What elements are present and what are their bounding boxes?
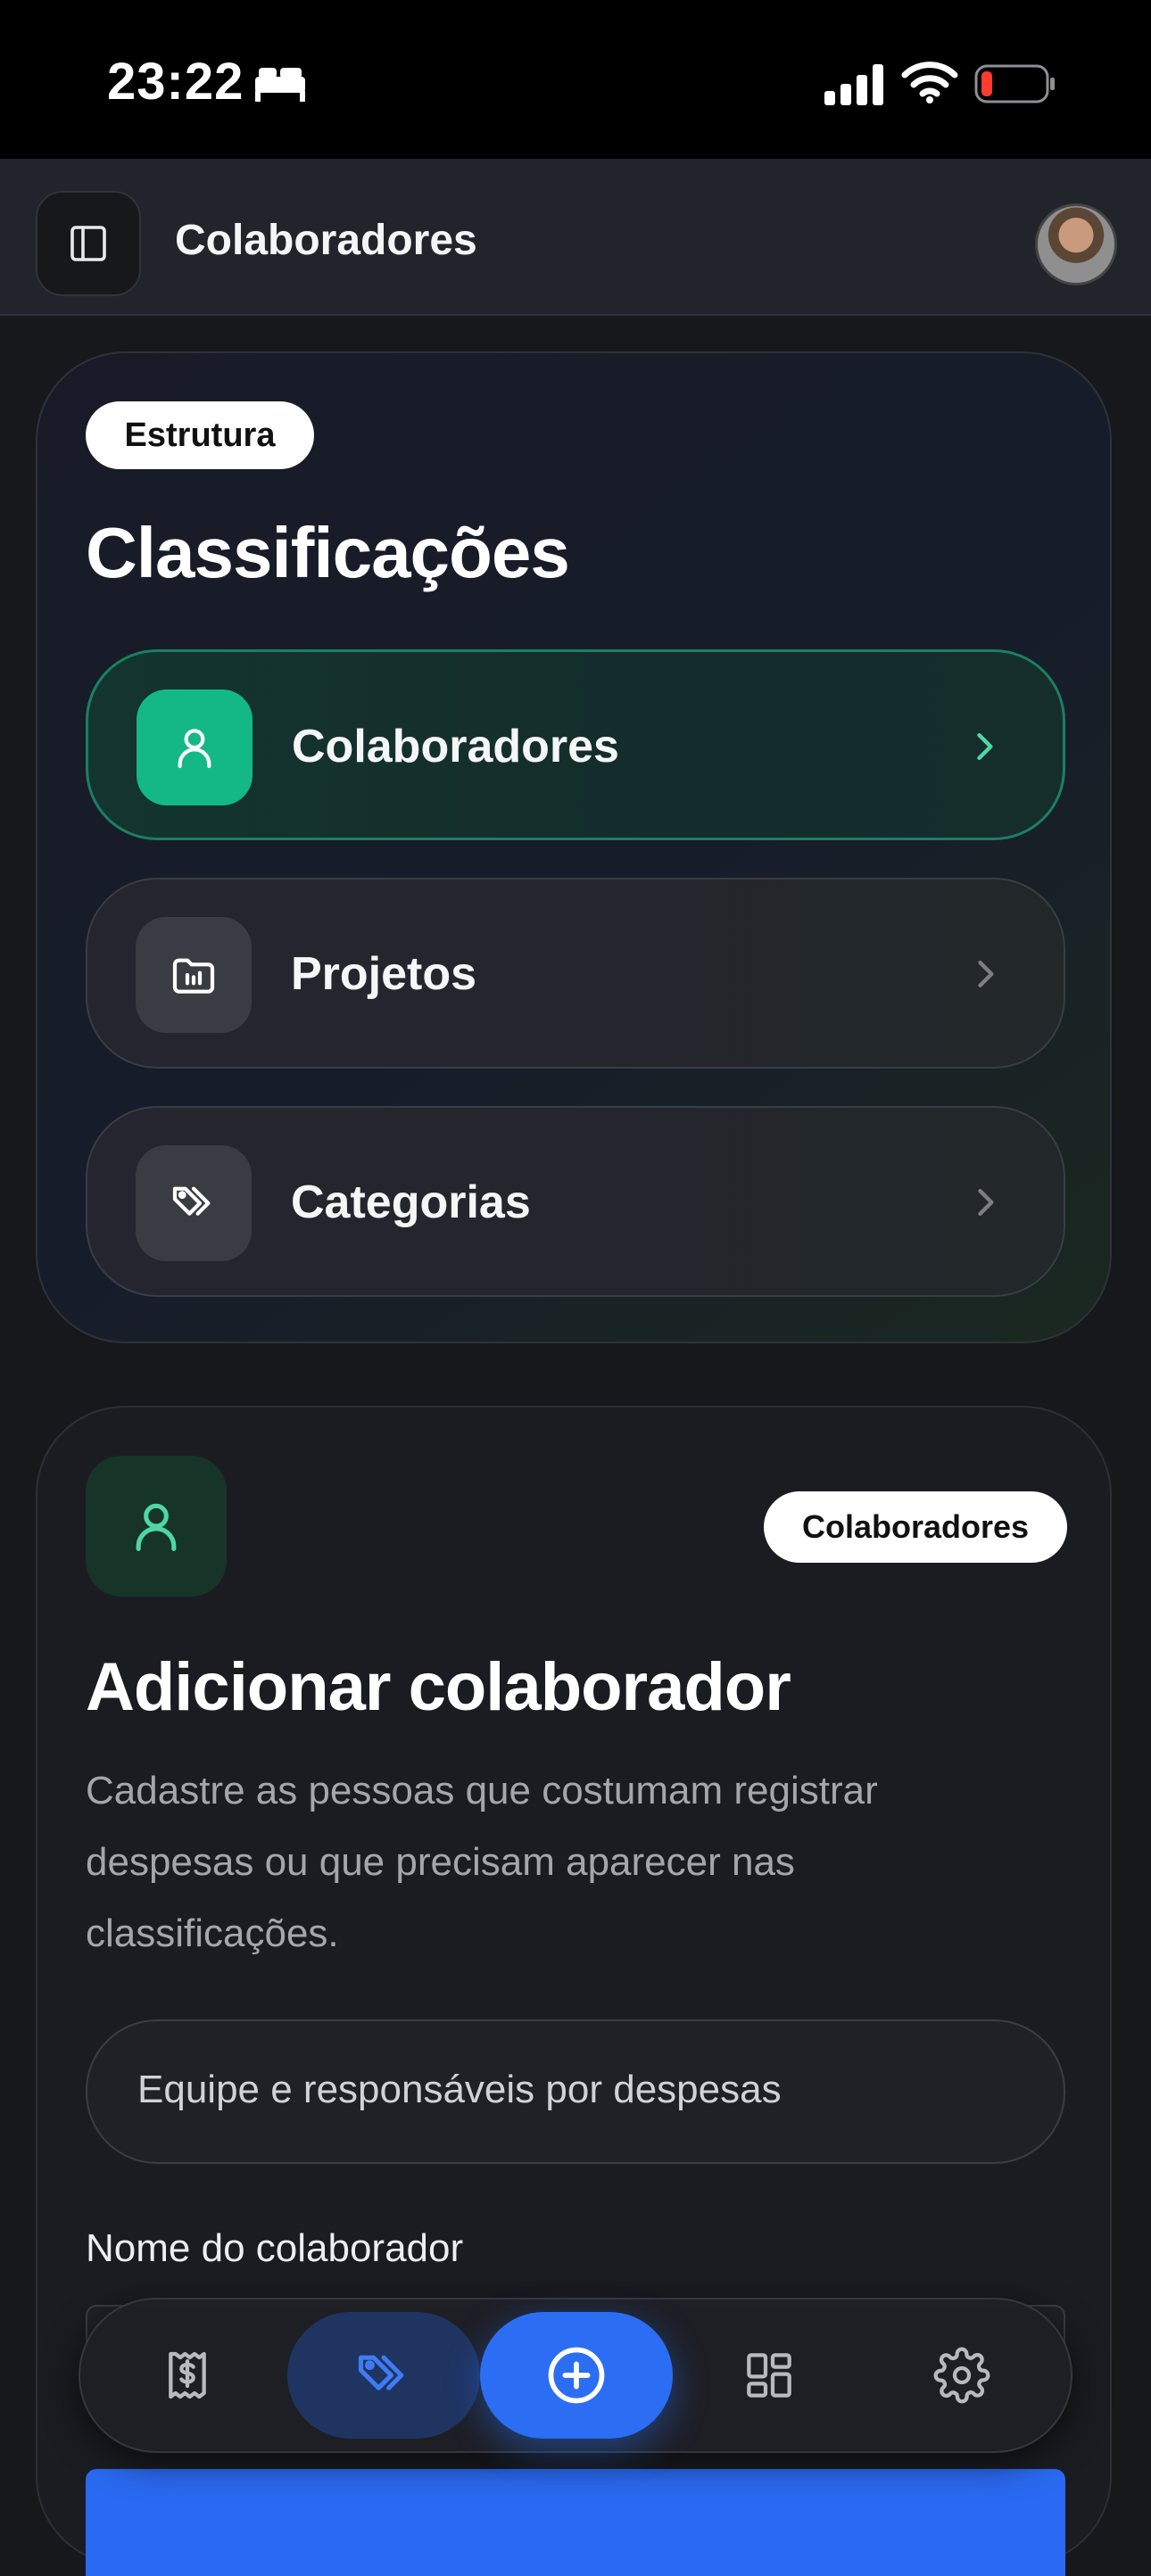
battery-low-icon <box>974 64 1055 103</box>
classification-item-categorias[interactable]: Categorias <box>86 1106 1065 1297</box>
info-box: Equipe e responsáveis por despesas <box>86 2019 1065 2164</box>
classification-icon-box <box>136 917 252 1033</box>
receipt-dollar-icon <box>169 2351 206 2399</box>
chevron-right-icon <box>978 960 994 988</box>
classification-item-colaboradores[interactable]: Colaboradores <box>86 649 1065 840</box>
add-circle-icon <box>548 2347 605 2404</box>
cellular-signal-icon <box>824 64 883 105</box>
settings-gear-icon <box>933 2347 990 2404</box>
app-header: Colaboradores <box>0 159 1151 316</box>
chevron-right-icon <box>977 732 993 761</box>
status-time: 23:22 <box>107 53 244 111</box>
add-collaborator-title: Adicionar colaborador <box>86 1649 791 1725</box>
bed-icon <box>255 68 305 102</box>
tags-icon <box>172 1186 211 1216</box>
add-button[interactable] <box>480 2312 673 2439</box>
classification-icon-box <box>136 1145 252 1261</box>
collaborator-name-label: Nome do colaborador <box>86 2226 464 2270</box>
submit-button[interactable] <box>86 2469 1065 2576</box>
collaborator-icon-box <box>86 1456 227 1597</box>
page-title: Colaboradores <box>175 217 477 264</box>
sidebar-toggle-button[interactable] <box>36 191 141 296</box>
classification-item-label: Colaboradores <box>292 721 619 772</box>
tab-settings[interactable] <box>865 2312 1058 2439</box>
tags-icon <box>358 2355 404 2390</box>
bottom-tab-bar <box>79 2298 1072 2453</box>
info-box-text: Equipe e responsáveis por despesas <box>137 2068 782 2111</box>
classification-icon-box <box>137 689 253 805</box>
classification-item-label: Projetos <box>291 948 477 1000</box>
wifi-icon <box>901 62 958 103</box>
collaborators-badge: Colaboradores <box>764 1491 1067 1563</box>
add-collaborator-description: Cadastre as pessoas que costumam registr… <box>86 1769 878 1955</box>
user-icon <box>178 729 211 769</box>
user-icon <box>136 1503 177 1552</box>
status-bar: 23:22 <box>0 0 1151 159</box>
avatar[interactable] <box>1035 203 1117 285</box>
tab-classifications[interactable] <box>287 2312 480 2439</box>
classification-item-projetos[interactable]: Projetos <box>86 878 1065 1069</box>
tab-expenses[interactable] <box>91 2312 284 2439</box>
sidebar-toggle-icon <box>70 226 106 261</box>
structure-badge: Estrutura <box>86 401 314 469</box>
folder-chart-icon <box>172 958 215 994</box>
classifications-title: Classificações <box>86 513 570 592</box>
dashboard-grid-icon <box>747 2353 791 2398</box>
classifications-card: Estrutura Classificações Colaboradores P… <box>36 351 1112 1343</box>
classification-item-label: Categorias <box>291 1177 531 1228</box>
chevron-right-icon <box>978 1188 994 1217</box>
tab-dashboard[interactable] <box>673 2312 865 2439</box>
